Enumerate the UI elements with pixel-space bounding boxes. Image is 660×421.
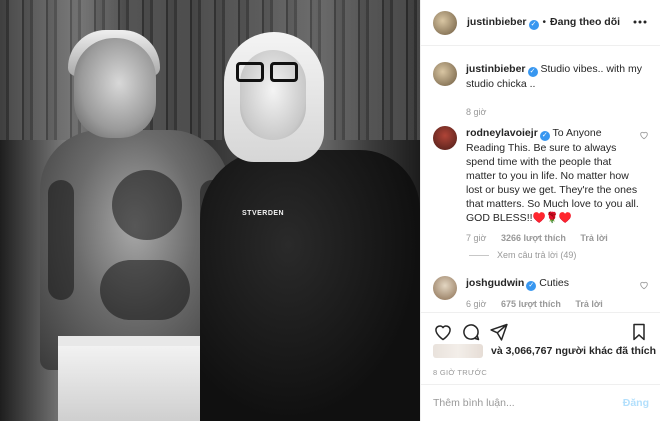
post-timestamp[interactable]: 8 GIỜ TRƯỚC [433, 368, 487, 377]
verified-icon: ✓ [528, 19, 539, 30]
verified-icon: ✓ [526, 281, 537, 291]
comment-item: rodneylavoiejr ✓ To Anyone Reading This. … [433, 126, 655, 245]
comment-likes[interactable]: 675 lượt thích [501, 299, 561, 309]
replies-line [469, 254, 489, 256]
add-comment-bar: Đăng [421, 384, 660, 421]
shorts [58, 336, 208, 421]
bookmark-icon[interactable] [629, 322, 649, 342]
post-container: STVERDEN justinbieber ✓ • Đang theo dõi jus… [0, 0, 660, 421]
verified-icon: ✓ [527, 67, 538, 77]
comment-time[interactable]: 6 giờ [466, 299, 486, 309]
comment-likes[interactable]: 3266 lượt thích [501, 233, 566, 243]
man-head [74, 38, 156, 138]
blurred-liker-names [433, 344, 483, 358]
follow-status-button[interactable]: Đang theo dõi [550, 16, 620, 28]
likes-summary[interactable]: và 3,066,767 người khác đã thích [433, 344, 656, 358]
heart-icon[interactable] [639, 130, 649, 140]
avatar[interactable] [433, 126, 457, 150]
glasses [236, 62, 302, 82]
arm-tattoo-left [48, 180, 74, 300]
comment-time[interactable]: 7 giờ [466, 233, 486, 243]
comment-username[interactable]: joshgudwin [466, 277, 524, 289]
comment-input[interactable] [433, 397, 623, 409]
view-replies-label: Xem câu trả lời (49) [497, 250, 577, 260]
caption-username[interactable]: justinbieber [466, 63, 526, 75]
stomach-tattoo [100, 260, 190, 320]
studio-wall [0, 0, 420, 140]
view-replies-button[interactable]: Xem câu trả lời (49) [469, 250, 576, 260]
sweater-logo: STVERDEN [242, 210, 285, 217]
likes-count[interactable]: và 3,066,767 người khác đã thích [491, 345, 656, 357]
header-separator: • [542, 16, 547, 28]
post-photo[interactable]: STVERDEN [0, 0, 420, 421]
avatar[interactable] [433, 62, 457, 86]
comment-item: joshgudwin ✓ Cuties 6 giờ 675 lượt thích … [433, 276, 655, 311]
comment-icon[interactable] [461, 322, 481, 342]
woman-sweater [200, 150, 420, 421]
comment-text: To Anyone Reading This. Be sure to alway… [466, 127, 639, 224]
chest-tattoo [112, 170, 182, 240]
comment-username[interactable]: rodneylavoiejr [466, 127, 538, 139]
share-icon[interactable] [489, 322, 509, 342]
caption-time[interactable]: 8 giờ [466, 107, 486, 117]
more-horizontal-icon[interactable] [633, 20, 647, 24]
heart-icon[interactable] [639, 280, 649, 290]
avatar[interactable] [433, 10, 457, 35]
post-comment-button[interactable]: Đăng [623, 397, 649, 409]
header-username[interactable]: justinbieber [467, 16, 527, 28]
verified-icon: ✓ [539, 131, 550, 141]
post-sidebar: justinbieber ✓ • Đang theo dõi justinbieber… [420, 0, 660, 421]
avatar[interactable] [433, 276, 457, 300]
comment-text: Cuties [539, 277, 570, 289]
reply-button[interactable]: Trả lời [580, 233, 607, 243]
action-bar [421, 312, 660, 348]
like-heart-icon[interactable] [433, 322, 453, 342]
reply-button[interactable]: Trả lời [575, 299, 602, 309]
caption: justinbieber ✓ Studio vibes.. with my stu… [433, 62, 655, 119]
post-header: justinbieber ✓ • Đang theo dõi [421, 0, 660, 46]
